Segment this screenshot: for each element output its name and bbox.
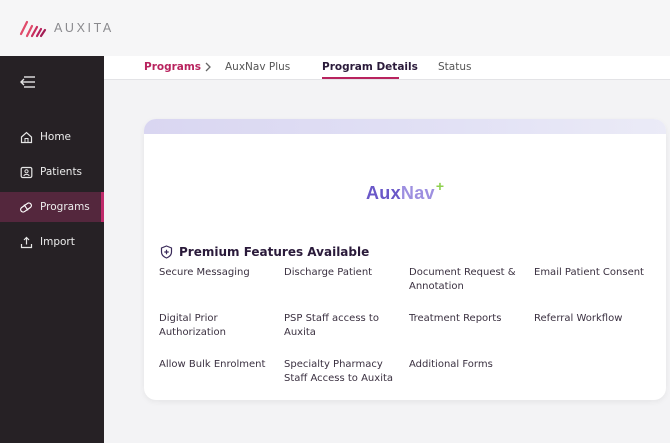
import-icon bbox=[19, 235, 33, 249]
brand-plus: + bbox=[435, 178, 445, 194]
sidebar-item-label: Programs bbox=[40, 201, 90, 213]
breadcrumb-programs-link[interactable]: Programs bbox=[144, 61, 201, 73]
program-card: AuxNav+ Premium Features Available Secur… bbox=[144, 119, 666, 400]
feature-item: Discharge Patient bbox=[284, 267, 373, 278]
home-icon bbox=[19, 130, 33, 144]
patients-icon bbox=[19, 165, 33, 179]
brand-nav: Nav bbox=[400, 183, 435, 203]
feature-item: Specialty Pharmacy Staff Access to Auxit… bbox=[284, 359, 394, 384]
sidebar-item-patients[interactable]: Patients bbox=[0, 157, 104, 187]
sidebar-item-label: Patients bbox=[40, 166, 83, 178]
sidebar-item-label: Home bbox=[40, 131, 72, 143]
sidebar-item-home[interactable]: Home bbox=[0, 122, 104, 152]
sidebar-item-import[interactable]: Import bbox=[0, 227, 104, 257]
feature-item: Referral Workflow bbox=[534, 313, 623, 324]
breadcrumb-current: AuxNav Plus bbox=[225, 61, 291, 73]
feature-item: Allow Bulk Enrolment bbox=[159, 359, 266, 370]
auxnav-plus-logo: AuxNav+ bbox=[366, 178, 444, 204]
feature-item: Treatment Reports bbox=[409, 313, 502, 324]
tab-bar: Programs AuxNav Plus Program Details Sta… bbox=[104, 56, 670, 80]
brand-aux: Aux bbox=[366, 183, 401, 203]
premium-features-heading: Premium Features Available bbox=[160, 245, 369, 259]
sidebar-item-programs[interactable]: Programs bbox=[0, 192, 104, 222]
feature-item: PSP Staff access to Auxita bbox=[284, 313, 379, 338]
tab-program-details[interactable]: Program Details bbox=[322, 61, 418, 73]
sidebar: Home Patients Programs Import bbox=[0, 56, 104, 443]
auxita-logo[interactable]: AUXITA bbox=[18, 14, 114, 42]
feature-item: Additional Forms bbox=[409, 359, 493, 370]
feature-item: Document Request & Annotation bbox=[409, 267, 516, 292]
feature-item: Digital Prior Authorization bbox=[159, 313, 226, 338]
programs-icon bbox=[19, 200, 33, 214]
card-header-band bbox=[144, 119, 666, 134]
sidebar-item-label: Import bbox=[40, 236, 75, 248]
shield-plus-icon bbox=[160, 245, 173, 259]
tab-status[interactable]: Status bbox=[438, 61, 471, 73]
logo-text: AUXITA bbox=[54, 21, 114, 35]
feature-item: Secure Messaging bbox=[159, 267, 250, 278]
collapse-menu-icon[interactable] bbox=[18, 74, 36, 90]
auxita-logo-mark-icon bbox=[19, 20, 47, 38]
features-title: Premium Features Available bbox=[179, 245, 370, 259]
chevron-right-icon bbox=[205, 62, 211, 72]
active-tab-indicator bbox=[322, 77, 399, 79]
feature-item: Email Patient Consent bbox=[534, 267, 644, 278]
top-bar: AUXITA bbox=[0, 0, 670, 56]
